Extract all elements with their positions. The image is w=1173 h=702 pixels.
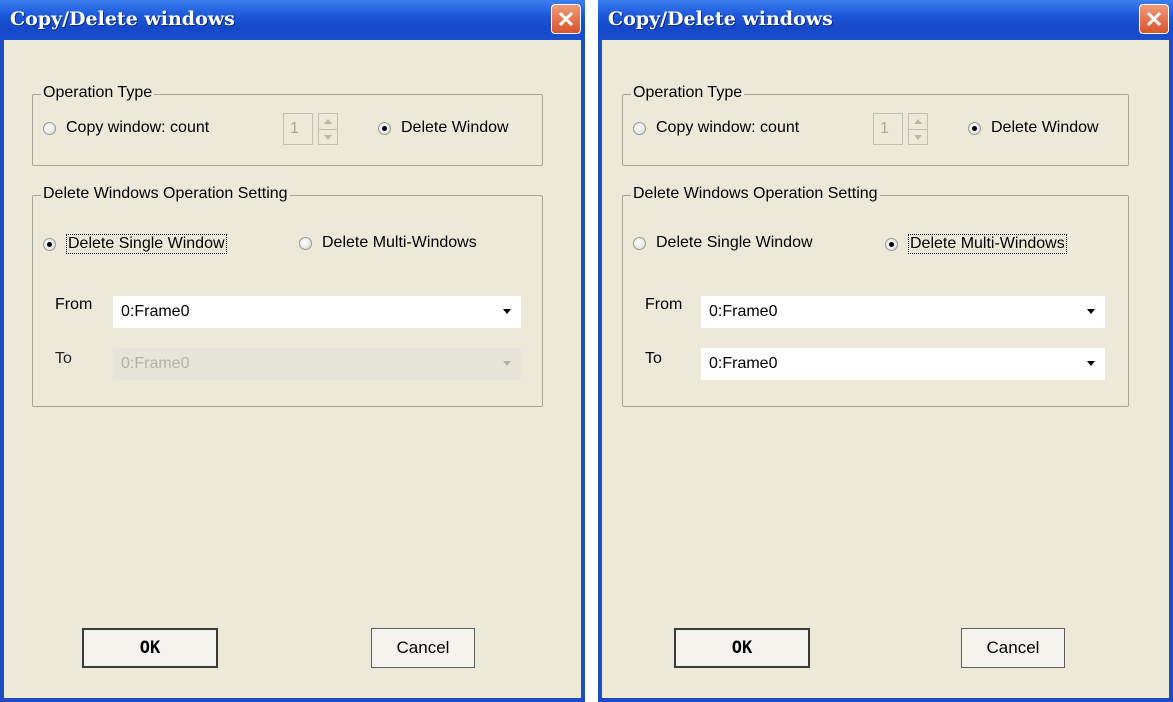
title-bar[interactable]: Copy/Delete windows (598, 0, 1173, 40)
delete-window-radio-dot (968, 121, 981, 135)
count-input[interactable]: 1 (283, 113, 313, 145)
to-label: To (55, 350, 72, 367)
delete-multi-radio-dot (299, 236, 312, 250)
to-select[interactable]: 0:Frame0 (113, 348, 521, 380)
delete-single-label: Delete Single Window (66, 234, 227, 254)
operation-type-group: Operation Type Copy window: count 1 Dele… (622, 84, 1129, 166)
operation-type-group: Operation Type Copy window: count 1 Dele… (32, 84, 543, 166)
to-select[interactable]: 0:Frame0 (701, 348, 1105, 380)
from-select-value: 0:Frame0 (709, 303, 778, 320)
delete-single-radio[interactable]: Delete Single Window (43, 234, 227, 254)
count-stepper[interactable] (908, 113, 928, 145)
delete-window-radio[interactable]: Delete Window (378, 119, 509, 137)
delete-multi-radio[interactable]: Delete Multi-Windows (885, 234, 1067, 254)
delete-single-radio-dot (633, 236, 646, 250)
close-icon (1146, 11, 1162, 27)
copy-window-radio[interactable]: Copy window: count (633, 119, 799, 137)
to-label: To (645, 350, 662, 367)
chevron-down-icon (503, 361, 511, 366)
dialog-client: Operation Type Copy window: count 1 Dele… (4, 40, 581, 698)
delete-window-label: Delete Window (401, 119, 509, 136)
from-select[interactable]: 0:Frame0 (701, 296, 1105, 328)
ok-button[interactable]: OK (674, 628, 810, 668)
delete-window-radio-dot (378, 121, 391, 135)
operation-type-legend: Operation Type (41, 84, 155, 102)
chevron-down-icon (1087, 309, 1095, 314)
title-bar[interactable]: Copy/Delete windows (0, 0, 585, 40)
dialog-client: Operation Type Copy window: count 1 Dele… (602, 40, 1169, 698)
spin-up-icon[interactable] (909, 114, 927, 130)
count-stepper[interactable] (318, 113, 338, 145)
copy-window-radio-dot (633, 121, 646, 135)
count-input[interactable]: 1 (873, 113, 903, 145)
delete-window-label: Delete Window (991, 119, 1099, 136)
copy-window-label: Copy window: count (66, 119, 210, 136)
dialog-title: Copy/Delete windows (10, 8, 235, 30)
dialog-left: Copy/Delete windows Operation Type Copy … (0, 0, 585, 702)
delete-multi-radio-dot (885, 237, 898, 251)
cancel-button[interactable]: Cancel (961, 628, 1065, 668)
from-select[interactable]: 0:Frame0 (113, 296, 521, 328)
operation-type-legend: Operation Type (631, 84, 745, 102)
close-icon (558, 11, 574, 27)
dialog-title: Copy/Delete windows (608, 8, 833, 30)
copy-window-radio[interactable]: Copy window: count (43, 119, 209, 137)
dialog-right: Copy/Delete windows Operation Type Copy … (598, 0, 1173, 702)
chevron-down-icon (1087, 361, 1095, 366)
from-label: From (55, 296, 93, 313)
delete-window-radio[interactable]: Delete Window (968, 119, 1099, 137)
from-label: From (645, 296, 683, 313)
copy-window-label: Copy window: count (656, 119, 800, 136)
delete-single-radio[interactable]: Delete Single Window (633, 234, 813, 252)
delete-single-label: Delete Single Window (656, 234, 813, 251)
delete-settings-group: Delete Windows Operation Setting Delete … (622, 185, 1129, 407)
delete-settings-group: Delete Windows Operation Setting Delete … (32, 185, 543, 407)
delete-settings-legend: Delete Windows Operation Setting (41, 185, 290, 203)
spin-down-icon[interactable] (909, 130, 927, 145)
cancel-button[interactable]: Cancel (371, 628, 475, 668)
delete-settings-legend: Delete Windows Operation Setting (631, 185, 880, 203)
to-select-value: 0:Frame0 (709, 355, 778, 372)
spin-down-icon[interactable] (319, 130, 337, 145)
delete-multi-label: Delete Multi-Windows (322, 234, 477, 251)
ok-button[interactable]: OK (82, 628, 218, 668)
close-button[interactable] (1139, 4, 1169, 34)
spin-up-icon[interactable] (319, 114, 337, 130)
delete-multi-radio[interactable]: Delete Multi-Windows (299, 234, 477, 252)
close-button[interactable] (551, 4, 581, 34)
from-select-value: 0:Frame0 (121, 303, 190, 320)
delete-single-radio-dot (43, 237, 56, 251)
copy-window-radio-dot (43, 121, 56, 135)
to-select-value: 0:Frame0 (121, 355, 190, 372)
chevron-down-icon (503, 309, 511, 314)
delete-multi-label: Delete Multi-Windows (908, 234, 1067, 254)
